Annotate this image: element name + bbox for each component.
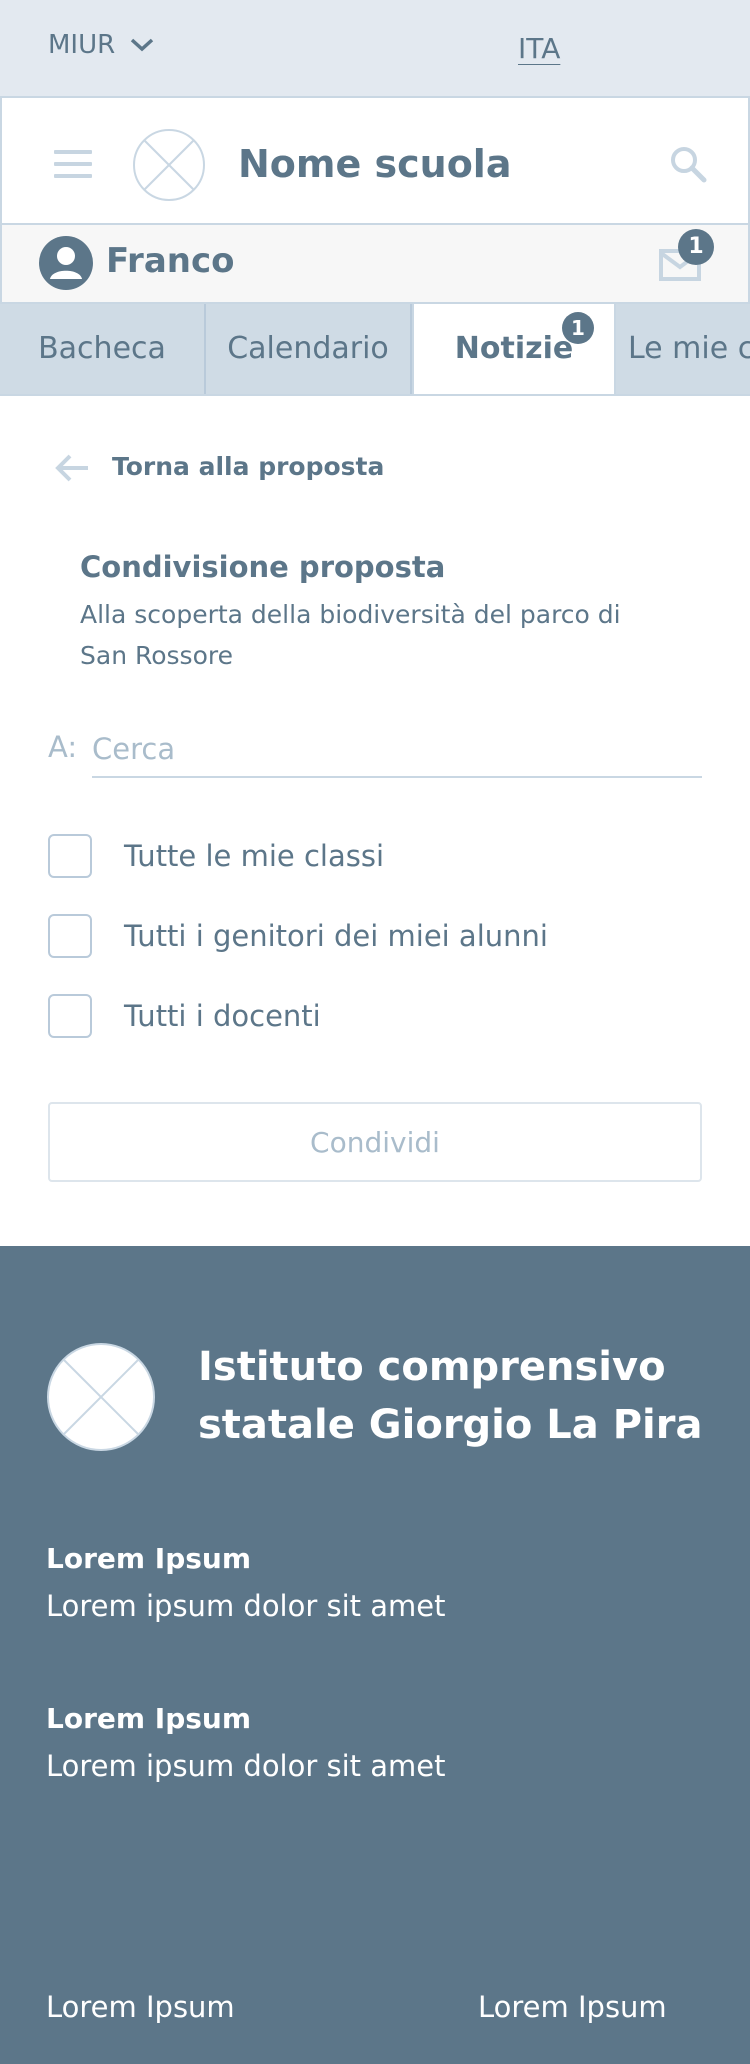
share-button[interactable]: Condividi [48, 1102, 702, 1182]
institute-name: Istituto comprensivo statale Giorgio La … [198, 1344, 703, 1448]
option-label: Tutti i genitori dei miei alunni [124, 919, 548, 953]
chevron-down-icon [131, 38, 154, 52]
option-label: Tutti i docenti [124, 999, 321, 1033]
user-avatar-icon[interactable] [38, 235, 94, 291]
footer-block-text: Lorem ipsum dolor sit amet [46, 1749, 446, 1783]
tab-le-mie-classi[interactable]: Le mie cl [616, 304, 750, 394]
option-all-classes[interactable]: Tutte le mie classi [48, 834, 384, 878]
institute-logo [47, 1343, 155, 1451]
footer-block-heading: Lorem Ipsum [46, 1702, 252, 1735]
footer-block-text: Lorem ipsum dolor sit amet [46, 1589, 446, 1623]
back-label[interactable]: Torna alla proposta [112, 452, 384, 481]
user-name: Franco [106, 241, 235, 281]
footer-link[interactable]: Lorem Ipsum [46, 1990, 235, 2024]
tab-bacheca[interactable]: Bacheca [0, 304, 206, 394]
search-icon[interactable] [668, 144, 708, 184]
recipient-label: A: [48, 730, 78, 764]
tab-bar: Bacheca Calendario Notizie Le mie cl [0, 302, 750, 396]
arrow-left-icon [55, 454, 88, 482]
tab-calendario[interactable]: Calendario [206, 304, 412, 394]
proposal-description: Alla scoperta della biodiversità del par… [80, 600, 621, 670]
menu-icon[interactable] [54, 150, 94, 178]
language-link[interactable]: ITA [518, 32, 560, 65]
school-logo [133, 129, 205, 201]
school-name: Nome scuola [238, 142, 512, 186]
footer-block: Lorem Ipsum Lorem ipsum dolor sit amet [46, 1702, 446, 1783]
ministry-label: MIUR [48, 30, 116, 60]
checkbox[interactable] [48, 914, 92, 958]
checkbox[interactable] [48, 994, 92, 1038]
messages-badge: 1 [678, 229, 714, 265]
site-footer: Istituto comprensivo statale Giorgio La … [0, 1246, 750, 2064]
option-label: Tutte le mie classi [124, 839, 385, 873]
ministry-dropdown[interactable]: MIUR [48, 30, 155, 60]
recipient-search-input[interactable] [92, 722, 702, 778]
site-header: Nome scuola [0, 96, 750, 225]
checkbox[interactable] [48, 834, 92, 878]
notizie-badge: 1 [562, 312, 594, 344]
footer-link[interactable]: Lorem Ipsum [478, 1990, 667, 2024]
footer-block-heading: Lorem Ipsum [46, 1542, 252, 1575]
proposal-title: Condivisione proposta [80, 550, 446, 584]
footer-block: Lorem Ipsum Lorem ipsum dolor sit amet [46, 1542, 446, 1623]
option-all-teachers[interactable]: Tutti i docenti [48, 994, 321, 1038]
back-button[interactable] [54, 450, 90, 486]
option-all-parents[interactable]: Tutti i genitori dei miei alunni [48, 914, 548, 958]
user-bar: Franco 1 [0, 225, 750, 303]
top-bar: MIUR ITA [0, 0, 750, 96]
